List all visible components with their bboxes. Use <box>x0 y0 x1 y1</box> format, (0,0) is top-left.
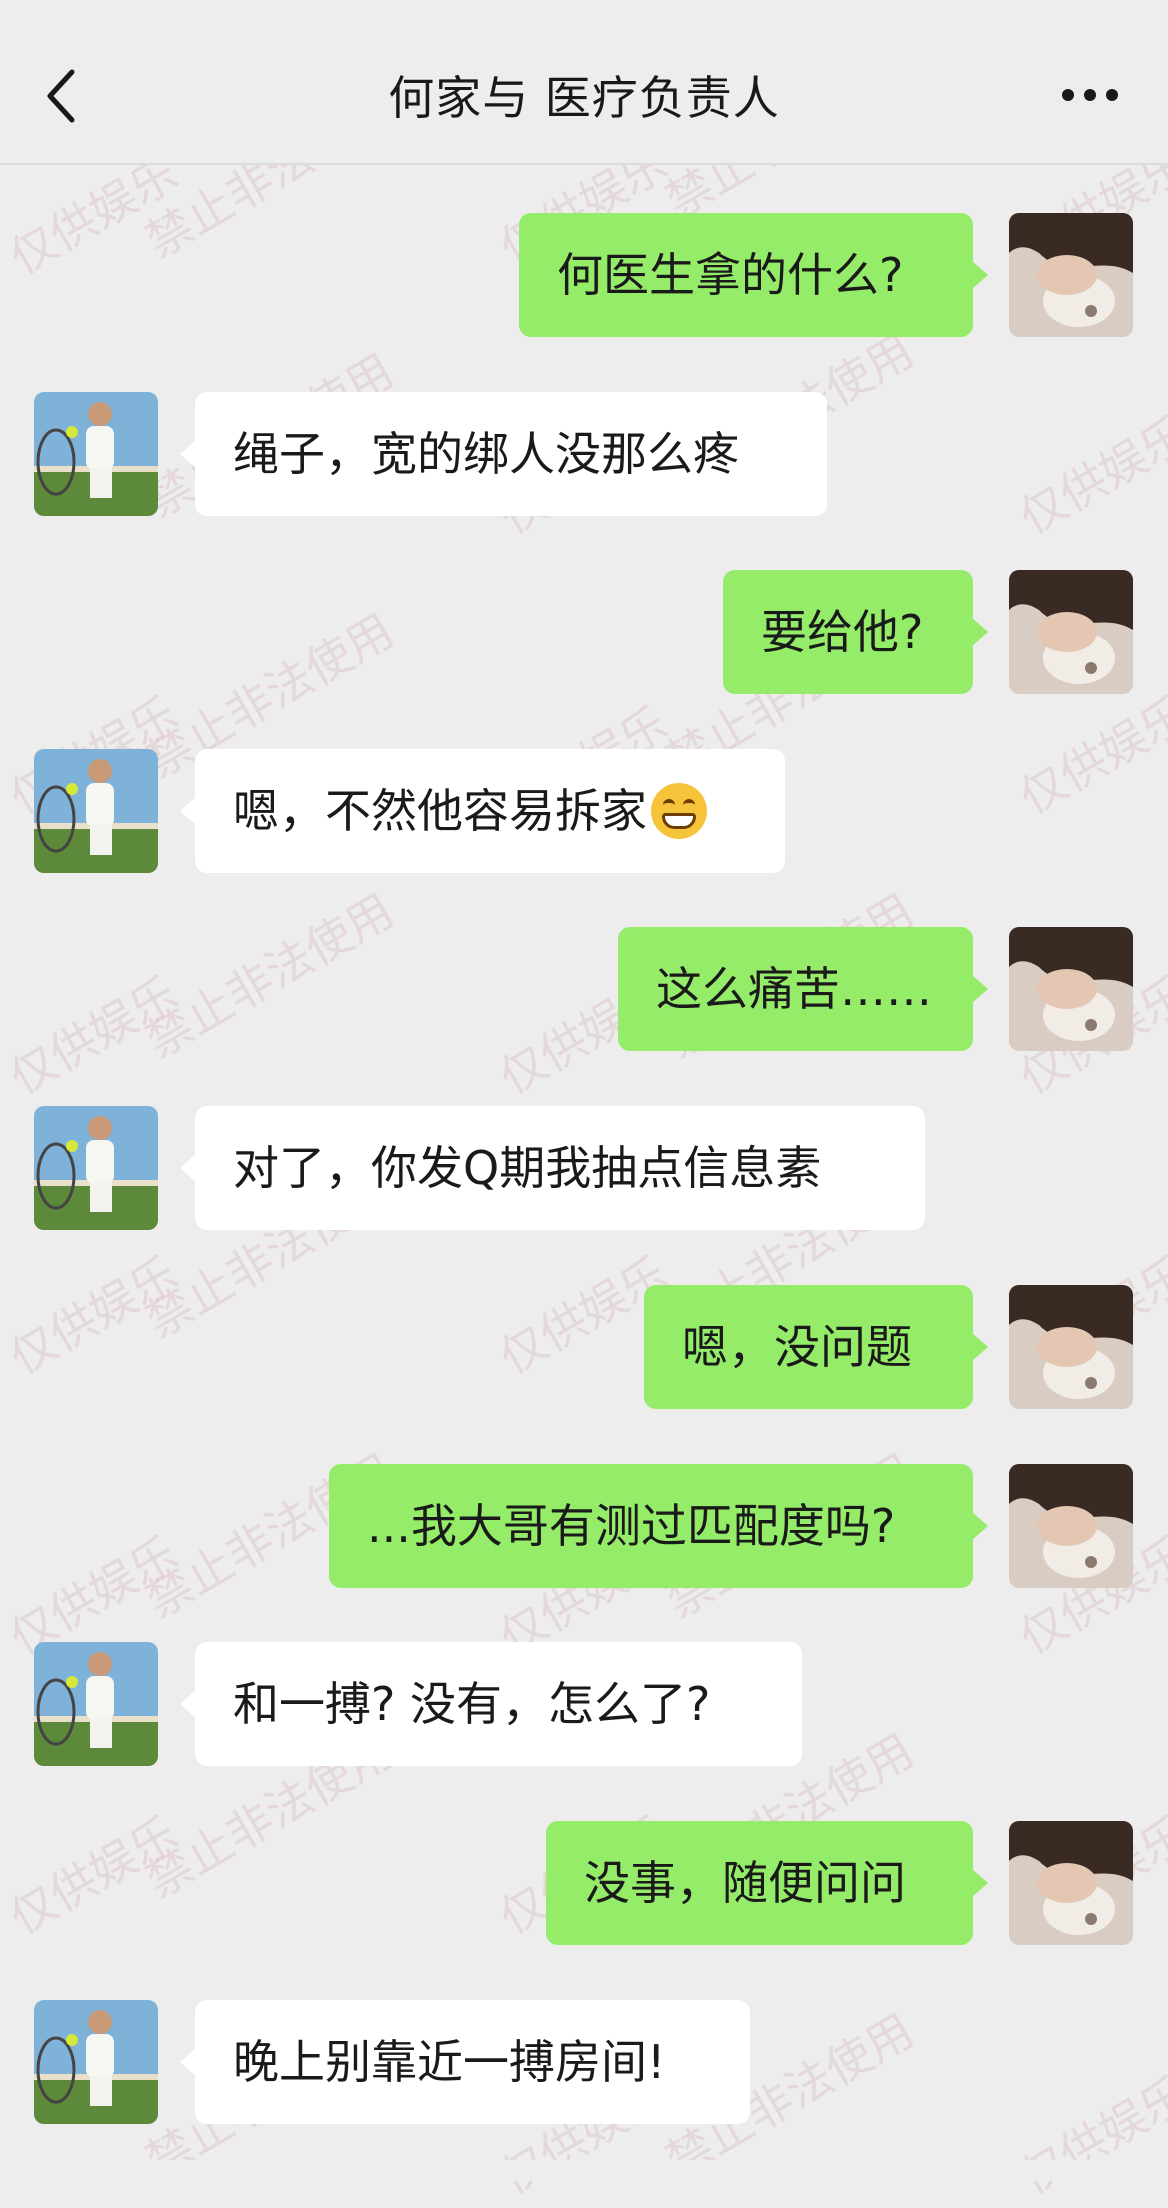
chat-header: 何家与 医疗负责人 <box>0 0 1168 165</box>
bubble-tail <box>972 975 988 1003</box>
message-bubble[interactable]: 和一搏? 没有，怎么了? <box>195 1642 802 1766</box>
bubble-tail <box>180 2048 196 2076</box>
bubble-tail <box>972 1512 988 1540</box>
bubble-tail <box>180 1690 196 1718</box>
my-avatar[interactable] <box>1009 213 1133 337</box>
message-bubble[interactable]: 绳子，宽的绑人没那么疼 <box>195 392 827 516</box>
my-avatar[interactable] <box>1009 1464 1133 1588</box>
my-avatar[interactable] <box>1009 927 1133 1051</box>
more-dots-icon[interactable] <box>1060 80 1120 110</box>
contact-avatar[interactable] <box>34 1106 158 1230</box>
bubble-tail <box>972 618 988 646</box>
message-bubble[interactable]: 没事，随便问问 <box>546 1821 973 1945</box>
grinning-face-icon <box>651 782 707 839</box>
my-avatar[interactable] <box>1009 1285 1133 1409</box>
message-bubble[interactable]: 晚上别靠近一搏房间! <box>195 2000 750 2124</box>
bottom-edge <box>0 2160 1168 2181</box>
watermark-text: 仅供娱乐 <box>0 1246 187 1385</box>
my-avatar[interactable] <box>1009 1821 1133 1945</box>
watermark-text: 仅供娱乐 <box>1010 2066 1168 2205</box>
contact-avatar[interactable] <box>34 392 158 516</box>
contact-avatar[interactable] <box>34 2000 158 2124</box>
message-bubble[interactable]: 嗯，没问题 <box>644 1285 973 1409</box>
watermark-text: 仅供娱乐 <box>1010 686 1168 825</box>
my-avatar[interactable] <box>1009 570 1133 694</box>
bubble-tail <box>972 261 988 289</box>
bubble-tail <box>972 1333 988 1361</box>
watermark-text: 仅供娱乐 <box>0 1806 187 1945</box>
message-bubble[interactable]: 嗯，不然他容易拆家 <box>195 749 785 873</box>
watermark-text: 仅供娱乐 <box>0 966 187 1105</box>
chat-title: 何家与 医疗负责人 <box>388 71 780 125</box>
bubble-tail <box>972 1869 988 1897</box>
message-bubble[interactable]: ...我大哥有测过匹配度吗? <box>329 1464 973 1588</box>
bubble-tail <box>180 1154 196 1182</box>
watermark-text: 仅供娱乐 <box>1010 406 1168 545</box>
message-bubble[interactable]: 对了，你发Q期我抽点信息素 <box>195 1106 925 1230</box>
message-bubble[interactable]: 何医生拿的什么? <box>519 213 973 337</box>
bubble-tail <box>180 440 196 468</box>
message-bubble[interactable]: 这么痛苦…… <box>618 927 973 1051</box>
contact-avatar[interactable] <box>34 749 158 873</box>
message-bubble[interactable]: 要给他? <box>723 570 973 694</box>
message-text: 嗯，不然他容易拆家 <box>233 784 647 838</box>
bubble-tail <box>180 797 196 825</box>
contact-avatar[interactable] <box>34 1642 158 1766</box>
watermark-text: 禁止非法使用 <box>136 883 403 1068</box>
